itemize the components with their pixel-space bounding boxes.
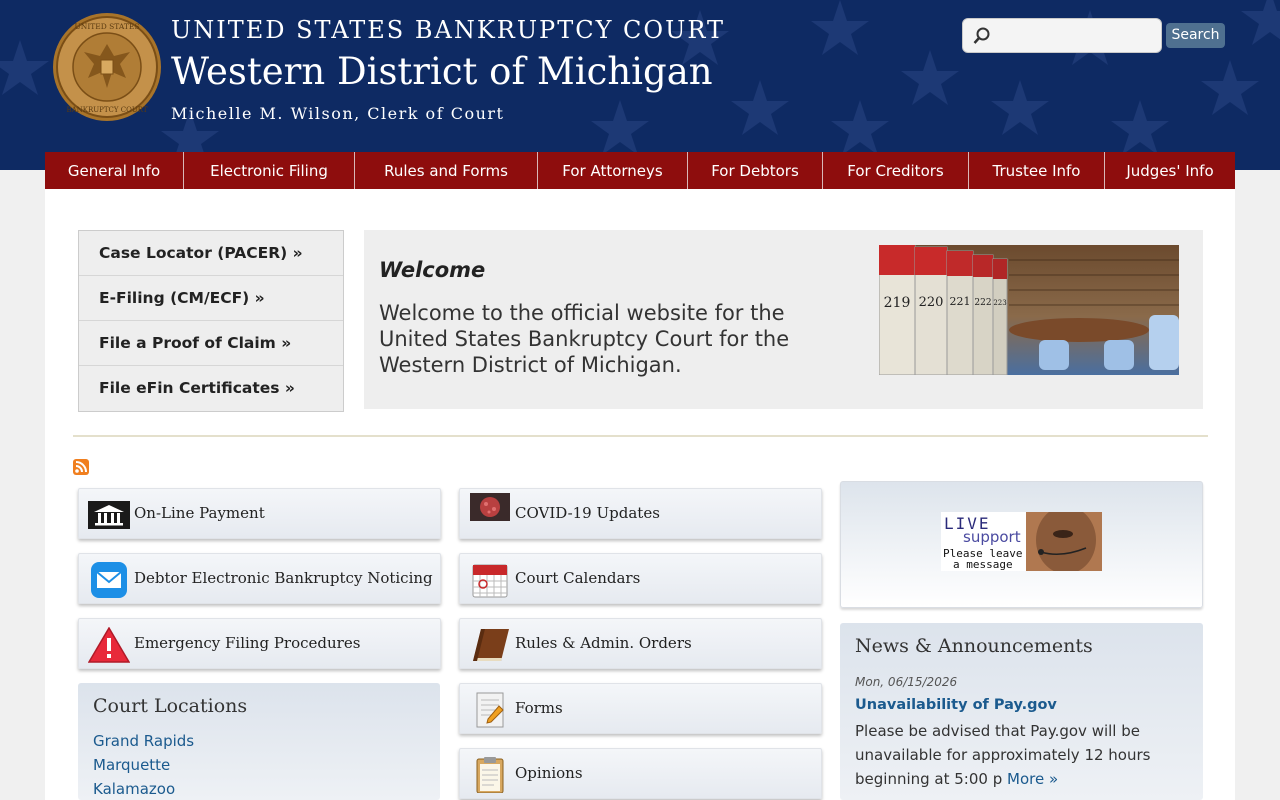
clerk-name: Michelle M. Wilson, Clerk of Court <box>171 104 505 123</box>
svg-text:a message: a message <box>953 558 1013 571</box>
online-payment-tile[interactable]: On-Line Payment <box>78 488 441 539</box>
efiling-link[interactable]: E-Filing (CM/ECF) » <box>79 276 343 321</box>
svg-text:221: 221 <box>950 295 971 308</box>
nav-for-creditors[interactable]: For Creditors <box>823 152 969 189</box>
location-link-grand-rapids[interactable]: Grand Rapids <box>93 732 194 750</box>
welcome-panel: Welcome Welcome to the official website … <box>364 230 1203 409</box>
covid-updates-tile[interactable]: COVID-19 Updates <box>459 488 822 539</box>
news-body: Please be advised that Pay.gov will be u… <box>855 719 1190 791</box>
proof-of-claim-link[interactable]: File a Proof of Claim » <box>79 321 343 366</box>
tile-label: Forms <box>515 699 563 717</box>
calendar-icon <box>472 564 508 598</box>
site-title[interactable]: UNITED STATES BANKRUPTCY COURT Western D… <box>171 16 725 123</box>
warning-icon <box>88 627 130 663</box>
main-nav: General Info Electronic Filing Rules and… <box>45 152 1235 189</box>
court-calendars-tile[interactable]: Court Calendars <box>459 553 822 604</box>
book-icon <box>473 629 509 661</box>
nav-general-info[interactable]: General Info <box>45 152 184 189</box>
efin-certificates-link[interactable]: File eFin Certificates » <box>79 366 343 411</box>
nav-trustee-info[interactable]: Trustee Info <box>969 152 1105 189</box>
nav-for-attorneys[interactable]: For Attorneys <box>538 152 688 189</box>
rss-icon[interactable] <box>73 459 89 475</box>
location-link-kalamazoo[interactable]: Kalamazoo <box>93 780 175 798</box>
news-date: Mon, 06/15/2026 <box>855 675 958 689</box>
court-locations-panel: Court Locations Grand Rapids Marquette K… <box>78 683 440 800</box>
tile-label: Court Calendars <box>515 569 641 587</box>
svg-text:support: support <box>963 528 1021 546</box>
news-more-link[interactable]: More » <box>1007 770 1058 788</box>
live-support-button[interactable]: LIVE support Please leave a message <box>941 512 1102 571</box>
news-body-text: Please be advised that Pay.gov will be u… <box>855 722 1151 788</box>
clipboard-icon <box>476 757 504 793</box>
svg-text:223: 223 <box>993 299 1006 307</box>
site-header: UNITED STATES BANKRUPTCY COURT UNITED ST… <box>0 0 1280 170</box>
bank-icon <box>88 501 130 529</box>
law-library-photo: 219 220 221 222 223 <box>879 245 1179 375</box>
welcome-text: Welcome to the official website for the … <box>379 301 790 377</box>
svg-text:220: 220 <box>919 295 944 310</box>
tile-label: On-Line Payment <box>134 504 265 522</box>
tile-label: COVID-19 Updates <box>515 504 660 522</box>
search-icon <box>973 27 990 44</box>
nav-for-debtors[interactable]: For Debtors <box>688 152 823 189</box>
court-name: UNITED STATES BANKRUPTCY COURT <box>171 16 725 44</box>
rules-admin-orders-tile[interactable]: Rules & Admin. Orders <box>459 618 822 669</box>
district-name: Western District of Michigan <box>171 50 713 93</box>
news-panel: News & Announcements Mon, 06/15/2026 Una… <box>840 623 1203 800</box>
tile-label: Debtor Electronic Bankruptcy Noticing <box>134 569 433 587</box>
case-locator-link[interactable]: Case Locator (PACER) » <box>79 231 343 276</box>
search-input[interactable] <box>962 18 1162 53</box>
tile-label: Emergency Filing Procedures <box>134 634 361 652</box>
virus-icon <box>470 493 510 521</box>
court-seal-logo[interactable]: UNITED STATES BANKRUPTCY COURT <box>52 12 162 122</box>
court-locations-title: Court Locations <box>93 695 248 717</box>
svg-text:222: 222 <box>974 298 991 308</box>
mail-icon <box>91 562 127 598</box>
nav-rules-and-forms[interactable]: Rules and Forms <box>355 152 538 189</box>
news-title: News & Announcements <box>855 635 1093 657</box>
nav-judges-info[interactable]: Judges' Info <box>1105 152 1235 189</box>
live-support-panel: LIVE support Please leave a message <box>840 481 1203 608</box>
location-link-marquette[interactable]: Marquette <box>93 756 170 774</box>
opinions-tile[interactable]: Opinions <box>459 748 822 799</box>
tile-label: Rules & Admin. Orders <box>515 634 692 652</box>
news-headline-link[interactable]: Unavailability of Pay.gov <box>855 697 1057 713</box>
emergency-filing-tile[interactable]: Emergency Filing Procedures <box>78 618 441 669</box>
svg-text:BANKRUPTCY COURT: BANKRUPTCY COURT <box>66 106 147 114</box>
nav-electronic-filing[interactable]: Electronic Filing <box>184 152 355 189</box>
debtor-ebn-tile[interactable]: Debtor Electronic Bankruptcy Noticing <box>78 553 441 604</box>
forms-tile[interactable]: Forms <box>459 683 822 734</box>
tile-label: Opinions <box>515 764 583 782</box>
quick-links-menu: Case Locator (PACER) » E-Filing (CM/ECF)… <box>78 230 344 412</box>
svg-text:UNITED STATES: UNITED STATES <box>74 22 139 31</box>
section-divider <box>73 435 1208 437</box>
svg-text:219: 219 <box>884 295 911 311</box>
form-icon <box>476 692 504 728</box>
welcome-title: Welcome <box>379 258 486 282</box>
search-button[interactable]: Search <box>1166 23 1225 48</box>
